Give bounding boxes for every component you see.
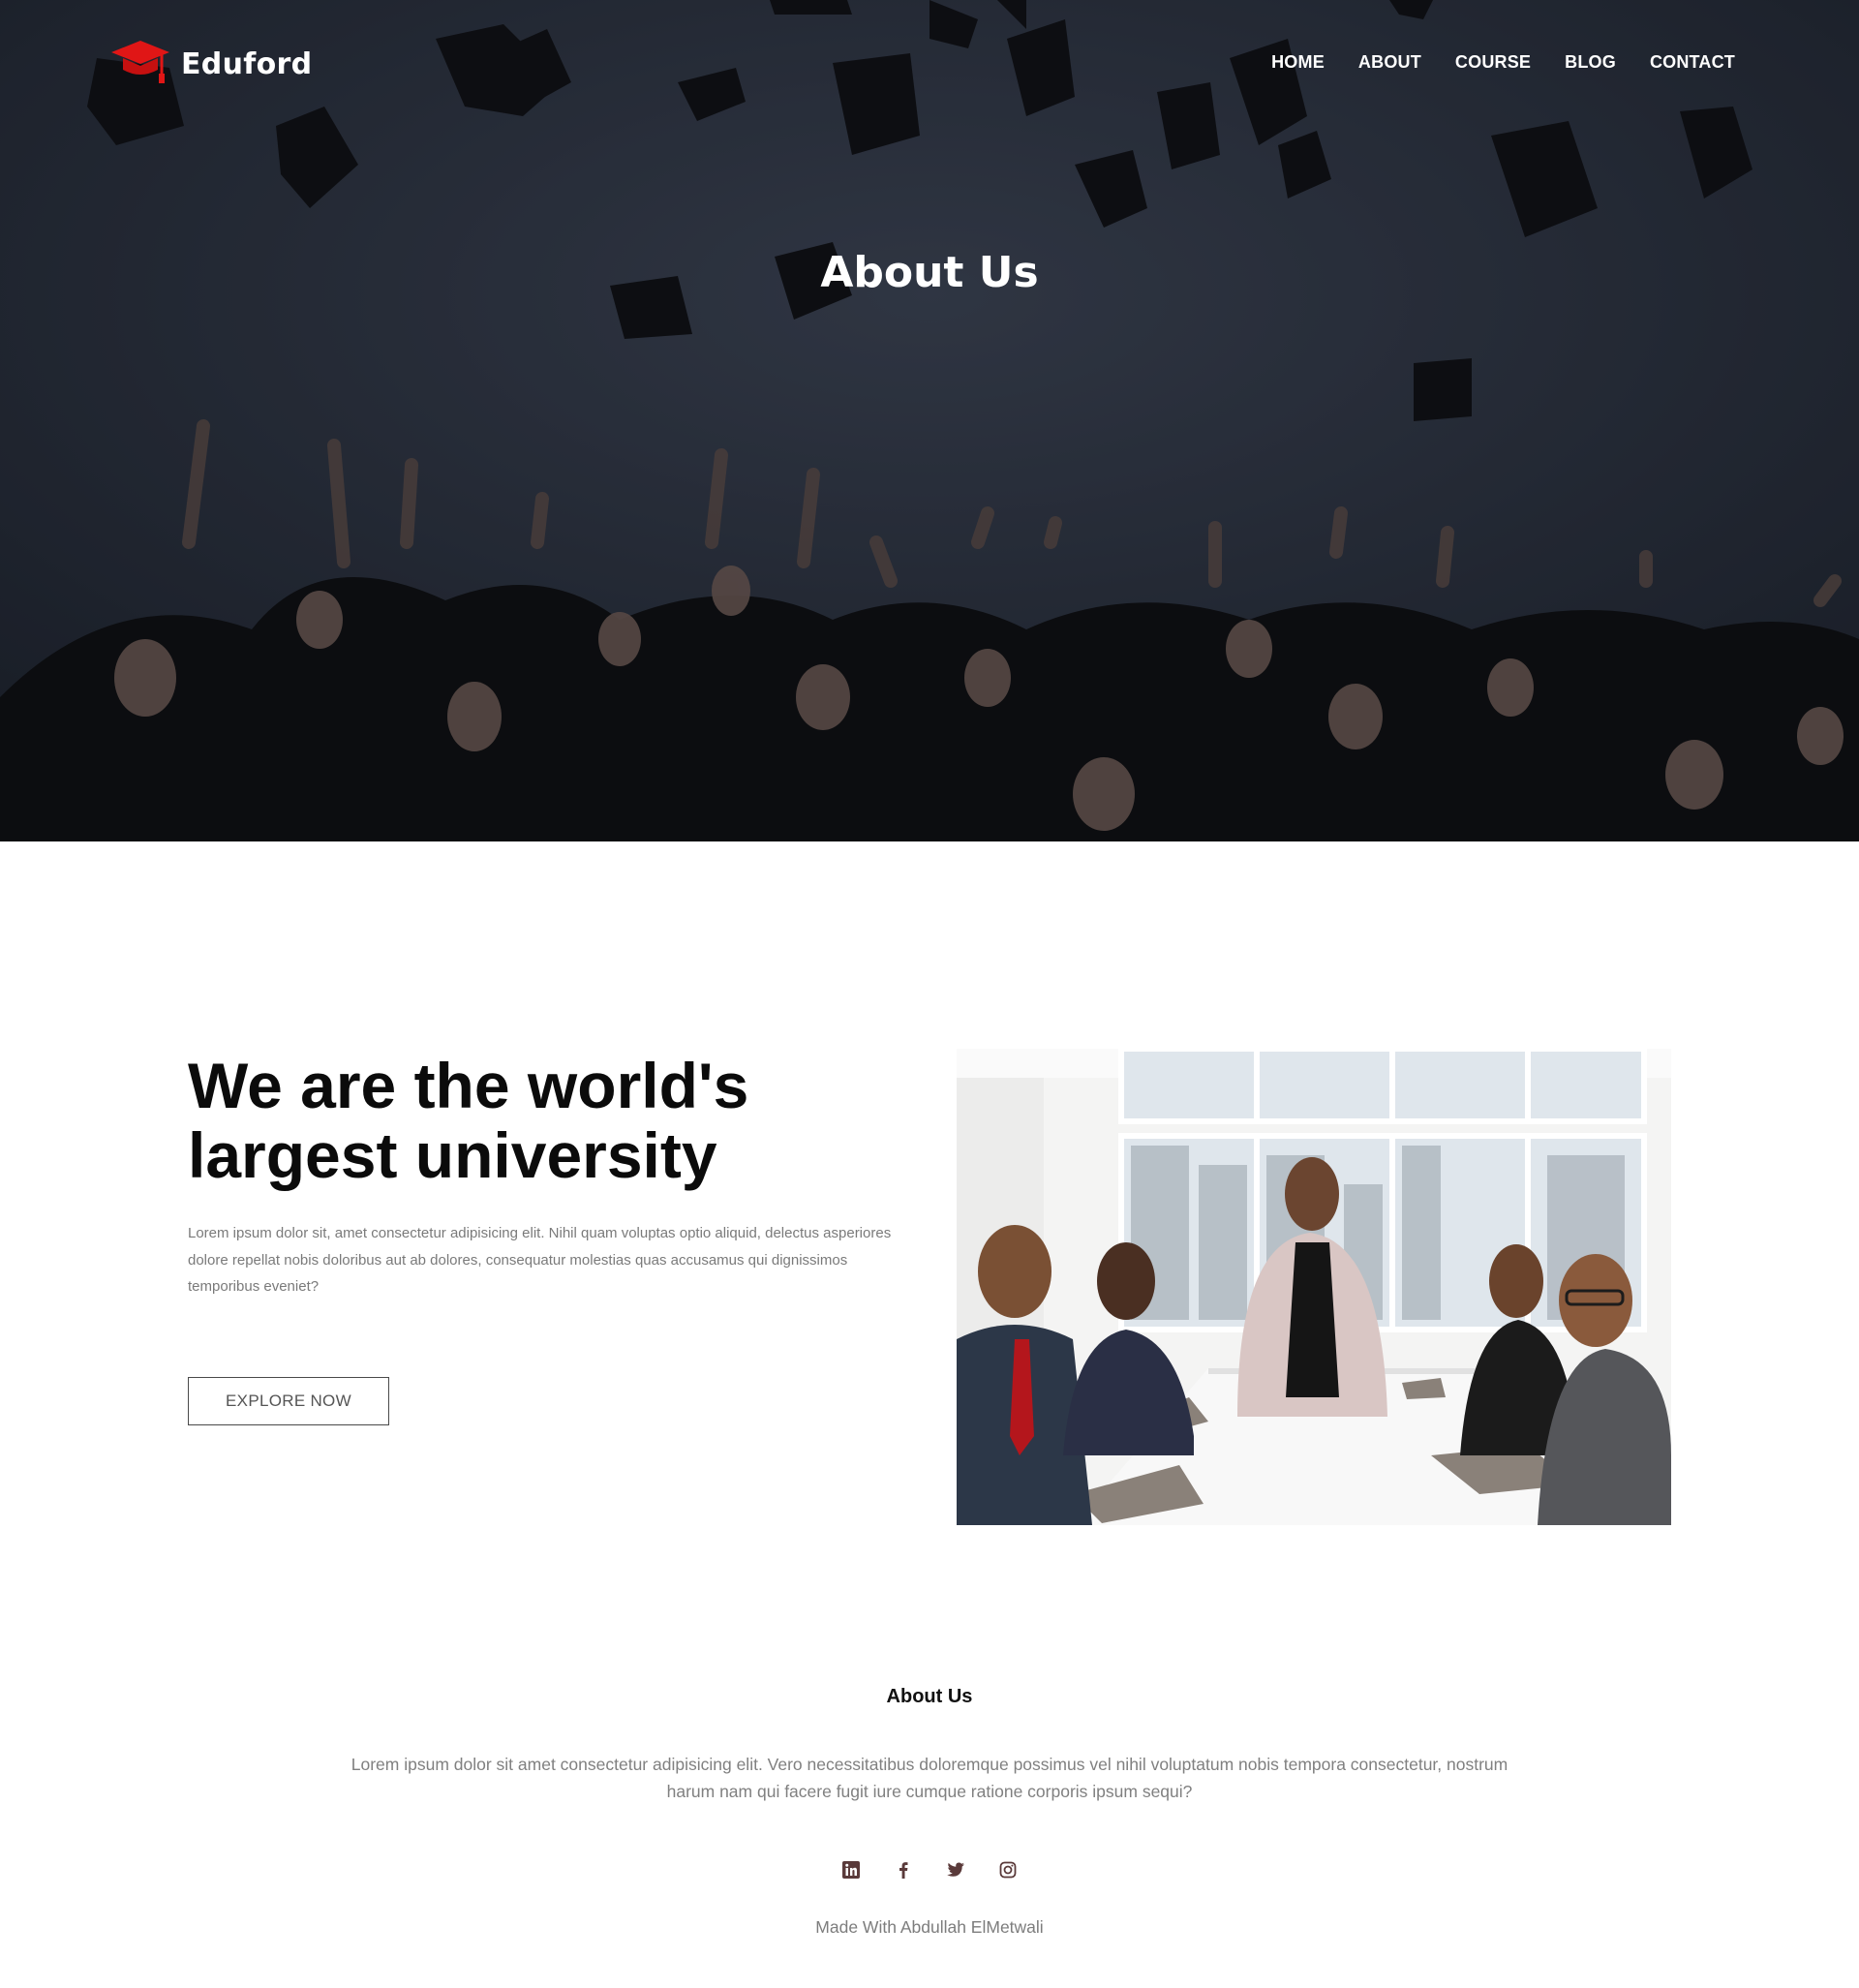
social-links	[0, 1859, 1859, 1881]
instagram-icon[interactable]	[997, 1859, 1019, 1881]
explore-now-button[interactable]: EXPLORE NOW	[188, 1377, 389, 1425]
hero-section: Eduford HOME ABOUT COURSE BLOG CONTACT A…	[0, 0, 1859, 841]
intro-heading: We are the world's largest university	[188, 1051, 885, 1190]
nav-item-about[interactable]: ABOUT	[1358, 52, 1421, 73]
facebook-icon[interactable]	[893, 1859, 914, 1881]
twitter-icon[interactable]	[945, 1859, 966, 1881]
nav-item-course[interactable]: COURSE	[1455, 52, 1531, 73]
intro-heading-line2: largest university	[188, 1119, 717, 1191]
logo[interactable]: Eduford	[109, 37, 312, 91]
nav-item-contact[interactable]: CONTACT	[1650, 52, 1735, 73]
footer-credit: Made With Abdullah ElMetwali	[815, 1917, 1044, 1937]
intro-description: Lorem ipsum dolor sit, amet consectetur …	[188, 1225, 892, 1295]
page-title: About Us	[820, 248, 1039, 297]
graduation-cap-icon	[111, 41, 169, 83]
footer-title: About Us	[886, 1686, 973, 1707]
intro-heading-line1: We are the world's	[188, 1050, 749, 1121]
team-meeting-photo	[957, 1049, 1671, 1525]
footer-description: Lorem ipsum dolor sit amet consectetur a…	[350, 1755, 1509, 1801]
nav-item-blog[interactable]: BLOG	[1565, 52, 1616, 73]
nav-item-home[interactable]: HOME	[1271, 52, 1325, 73]
hero-overlay	[0, 0, 1859, 841]
brand-name: Eduford	[181, 46, 313, 81]
linkedin-icon[interactable]	[840, 1859, 862, 1881]
main-nav: HOME ABOUT COURSE BLOG CONTACT	[1271, 52, 1735, 73]
